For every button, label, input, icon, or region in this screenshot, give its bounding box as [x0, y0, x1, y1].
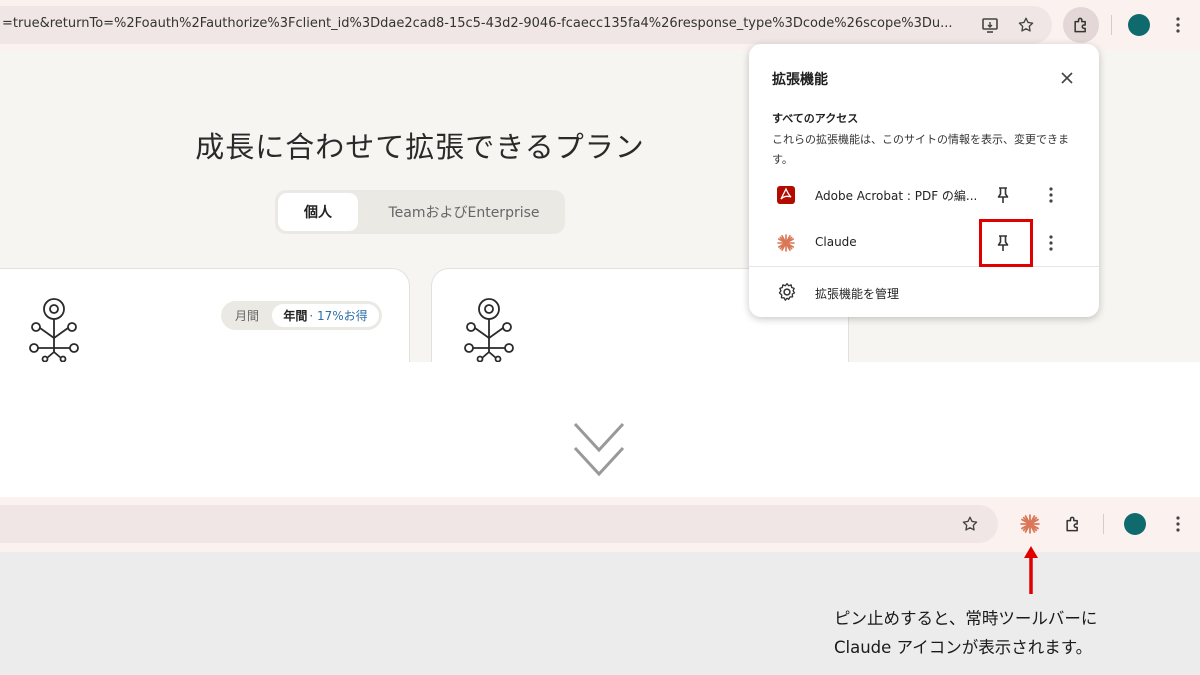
toolbar-separator — [1103, 514, 1104, 534]
access-section-title: すべてのアクセス — [772, 112, 859, 125]
plant-icon — [27, 296, 81, 362]
browser-toolbar: =true&returnTo=%2Foauth%2Fauthorize%3Fcl… — [0, 0, 1200, 50]
url-text[interactable]: =true&returnTo=%2Foauth%2Fauthorize%3Fcl… — [2, 16, 968, 31]
claude-icon — [777, 234, 795, 252]
profile-avatar[interactable] — [1128, 14, 1150, 36]
extension-name: Claude — [815, 235, 857, 249]
address-bar[interactable] — [0, 505, 998, 543]
pin-highlight-box — [979, 219, 1033, 267]
extension-name: Adobe Acrobat : PDF の編... — [815, 189, 978, 203]
annotation-line: Claude アイコンが表示されます。 — [834, 638, 1093, 657]
extension-row-claude[interactable]: Claude — [749, 223, 1099, 263]
plan-type-toggle: 個人 TeamおよびEnterprise — [275, 190, 565, 234]
kebab-menu-icon[interactable] — [1168, 514, 1188, 534]
annotation-line: ピン止めすると、常時ツールバーに — [834, 609, 1098, 628]
install-app-icon[interactable] — [980, 15, 1000, 35]
profile-avatar[interactable] — [1124, 513, 1146, 535]
kebab-menu-icon[interactable] — [1168, 15, 1188, 35]
personal-tab[interactable]: 個人 — [278, 193, 358, 231]
extension-row-acrobat[interactable]: Adobe Acrobat : PDF の編... — [749, 175, 1099, 215]
browser-toolbar — [0, 497, 1200, 552]
acrobat-icon — [777, 186, 795, 204]
popup-title: 拡張機能 — [772, 72, 828, 88]
claude-icon[interactable] — [1019, 513, 1041, 535]
puzzle-icon[interactable] — [1071, 15, 1091, 35]
pin-icon[interactable] — [993, 185, 1013, 205]
more-options-icon[interactable] — [1041, 185, 1061, 205]
bookmark-star-icon[interactable] — [1016, 15, 1036, 35]
popup-divider — [749, 266, 1099, 267]
screenshot-before: =true&returnTo=%2Foauth%2Fauthorize%3Fcl… — [0, 0, 1200, 362]
monthly-option[interactable]: 月間 — [221, 301, 273, 330]
yearly-option[interactable]: 年間 · 17%お得 — [272, 304, 379, 327]
arrow-up-icon — [1023, 546, 1039, 594]
close-icon[interactable] — [1057, 68, 1077, 88]
puzzle-icon[interactable] — [1062, 513, 1084, 535]
gear-icon — [777, 282, 797, 302]
access-section-description: これらの拡張機能は、このサイトの情報を表示、変更できます。 — [772, 133, 1069, 166]
bookmark-star-icon[interactable] — [960, 514, 980, 534]
manage-extensions-label: 拡張機能を管理 — [815, 287, 900, 301]
discount-label: · 17%お得 — [309, 309, 368, 323]
page-title: 成長に合わせて拡張できるプラン — [195, 130, 645, 164]
annotation-note: ピン止めすると、常時ツールバーに Claude アイコンが表示されます。 — [834, 604, 1194, 662]
manage-extensions-row[interactable]: 拡張機能を管理 — [749, 273, 1099, 313]
double-chevron-down-icon — [572, 420, 626, 482]
more-options-icon[interactable] — [1041, 233, 1061, 253]
team-enterprise-tab[interactable]: TeamおよびEnterprise — [371, 193, 557, 231]
extensions-popup: 拡張機能 すべてのアクセス これらの拡張機能は、このサイトの情報を表示、変更でき… — [749, 44, 1099, 317]
billing-period-toggle: 月間 年間 · 17%お得 — [221, 301, 382, 330]
plant-icon — [462, 296, 516, 362]
yearly-label: 年間 — [283, 309, 308, 323]
address-bar[interactable]: =true&returnTo=%2Foauth%2Fauthorize%3Fcl… — [0, 6, 1052, 44]
toolbar-separator — [1111, 15, 1112, 35]
